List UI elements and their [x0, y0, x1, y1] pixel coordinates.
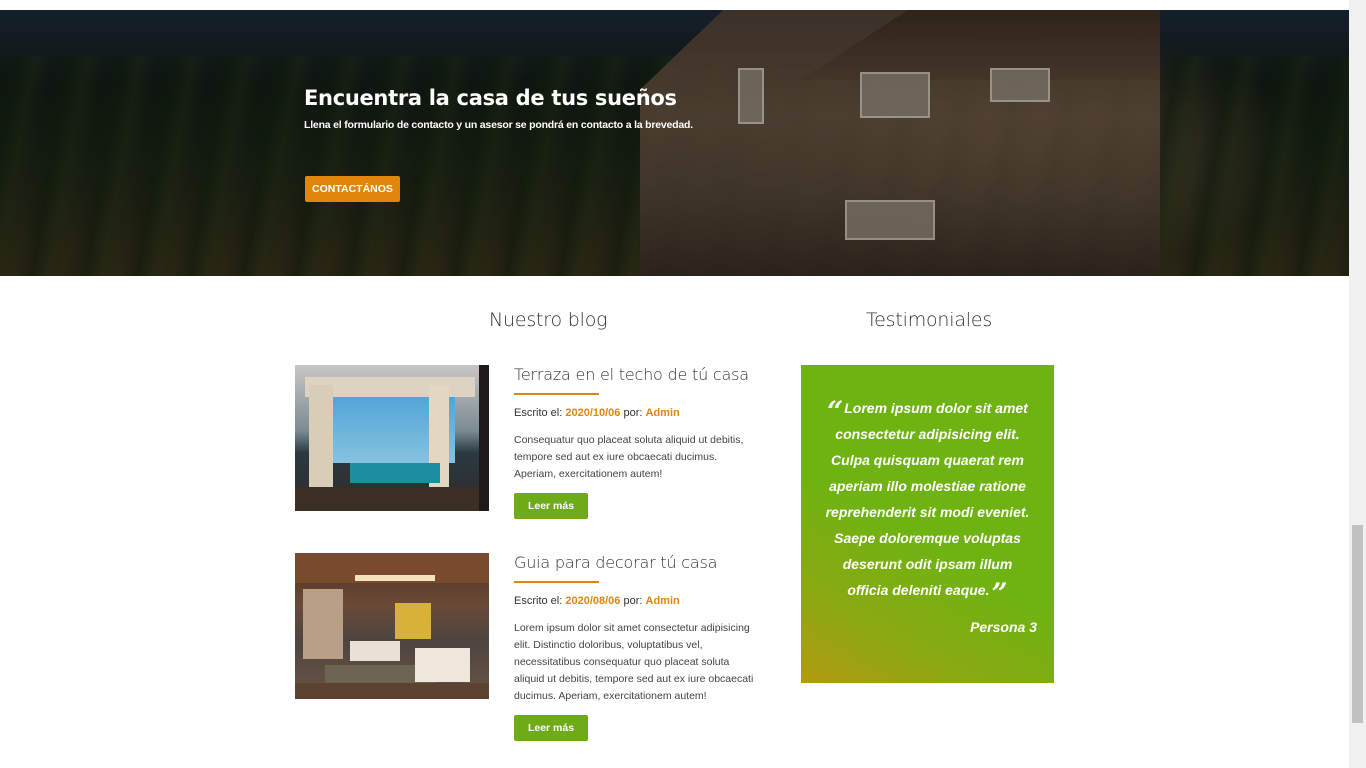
post-title[interactable]: Guia para decorar tú casa [514, 553, 759, 581]
post-meta: Escrito el: 2020/10/06 por: Admin [514, 407, 759, 419]
post-title-underline [514, 581, 599, 583]
post-excerpt: Lorem ipsum dolor sit amet consectetur a… [514, 622, 754, 702]
close-quote-icon: ” [991, 577, 1008, 610]
post-meta: Escrito el: 2020/08/06 por: Admin [514, 595, 759, 607]
post-title-underline [514, 393, 599, 395]
post-date: 2020/08/06 [565, 595, 621, 607]
thumbnail-sofa [350, 463, 440, 483]
testimonial-text: Lorem ipsum dolor sit amet consectetur a… [825, 400, 1030, 598]
read-more-button[interactable]: Leer más [514, 493, 588, 519]
testimonial-card: “Lorem ipsum dolor sit amet consectetur … [801, 365, 1054, 683]
post-title[interactable]: Terraza en el techo de tú casa [514, 365, 759, 393]
thumbnail-floor [295, 487, 489, 511]
post-date: 2020/10/06 [565, 407, 621, 419]
thumbnail-light [355, 575, 435, 581]
testimonial-quote: “Lorem ipsum dolor sit amet consectetur … [823, 395, 1032, 608]
open-quote-icon: “ [827, 395, 844, 428]
hero-title: Encuentra la casa de tus sueños [304, 86, 677, 110]
post-author: Admin [645, 595, 680, 607]
written-label: Escrito el: [514, 595, 563, 607]
scrollbar-thumb[interactable] [1352, 525, 1363, 723]
thumbnail-beam [479, 365, 489, 511]
post-author: Admin [645, 407, 680, 419]
thumbnail-painting [395, 603, 431, 639]
written-label: Escrito el: [514, 407, 563, 419]
thumbnail-sofa [415, 648, 470, 682]
thumbnail-sofa [350, 641, 400, 661]
by-label: por: [623, 407, 643, 419]
hero-banner: Encuentra la casa de tus sueños Llena el… [0, 10, 1349, 276]
testimonial-author: Persona 3 [970, 619, 1037, 635]
by-label: por: [623, 595, 643, 607]
post-content: Guia para decorar tú casa Escrito el: 20… [514, 553, 759, 741]
hero-subtitle: Llena el formulario de contacto y un ase… [304, 119, 693, 131]
read-more-button[interactable]: Leer más [514, 715, 588, 741]
post-thumbnail-rooftop-terrace[interactable] [295, 365, 489, 511]
testimonials-heading: Testimoniales [866, 309, 993, 331]
post-content: Terraza en el techo de tú casa Escrito e… [514, 365, 759, 519]
contact-button[interactable]: CONTACTÁNOS [305, 176, 400, 202]
thumbnail-floor [295, 683, 489, 699]
post-excerpt: Consequatur quo placeat soluta aliquid u… [514, 434, 744, 480]
page-scrollbar[interactable] [1349, 0, 1366, 768]
hero-overlay [0, 10, 1349, 276]
blog-heading: Nuestro blog [489, 309, 608, 331]
post-thumbnail-living-room[interactable] [295, 553, 489, 699]
thumbnail-window [303, 589, 343, 659]
